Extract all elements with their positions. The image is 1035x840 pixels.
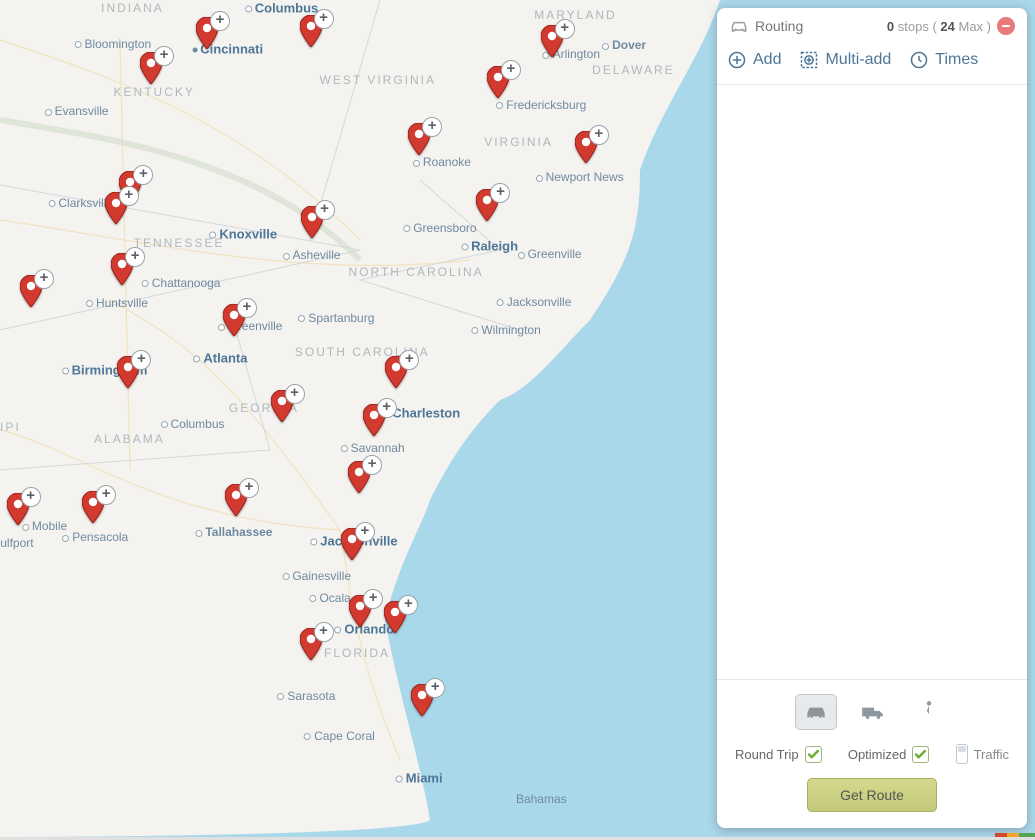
marker-add-icon[interactable]: + (237, 298, 257, 318)
map-marker[interactable]: + (117, 356, 139, 388)
marker-add-icon[interactable]: + (399, 350, 419, 370)
map-marker[interactable]: + (341, 528, 363, 560)
map-marker[interactable]: + (105, 192, 127, 224)
optimized-label: Optimized (848, 747, 907, 762)
map-marker[interactable]: + (300, 15, 322, 47)
map-marker[interactable]: + (348, 461, 370, 493)
marker-add-icon[interactable]: + (355, 522, 375, 542)
panel-header: Routing 0 stops ( 24 Max ) (717, 8, 1027, 42)
marker-add-icon[interactable]: + (555, 19, 575, 39)
map-marker[interactable]: + (408, 123, 430, 155)
panel-footer: Round Trip Optimized Traffic Get Route (717, 679, 1027, 828)
multi-add-label: Multi-add (825, 51, 891, 69)
marker-add-icon[interactable]: + (131, 350, 151, 370)
marker-add-icon[interactable]: + (490, 183, 510, 203)
add-label: Add (753, 51, 781, 69)
panel-toolbar: Add Multi-add Times (717, 42, 1027, 85)
marker-add-icon[interactable]: + (21, 487, 41, 507)
map-marker[interactable]: + (363, 404, 385, 436)
mode-walk[interactable] (909, 695, 949, 729)
marker-add-icon[interactable]: + (398, 595, 418, 615)
progress-indicator (995, 833, 1035, 837)
marker-add-icon[interactable]: + (315, 200, 335, 220)
map-marker[interactable]: + (301, 206, 323, 238)
clock-icon (909, 50, 929, 70)
mode-truck[interactable] (853, 695, 893, 729)
marker-add-icon[interactable]: + (377, 398, 397, 418)
map-marker[interactable]: + (82, 491, 104, 523)
marker-add-icon[interactable]: + (314, 9, 334, 29)
map-marker[interactable]: + (271, 390, 293, 422)
panel-title: Routing (755, 18, 803, 34)
marker-add-icon[interactable]: + (125, 247, 145, 267)
map-marker[interactable]: + (20, 275, 42, 307)
check-icon (912, 746, 929, 763)
check-icon (805, 746, 822, 763)
marker-add-icon[interactable]: + (119, 186, 139, 206)
optimized-checkbox[interactable]: Optimized (848, 746, 930, 763)
map-marker[interactable]: + (223, 304, 245, 336)
map-marker[interactable]: + (349, 595, 371, 627)
map-marker[interactable]: + (411, 684, 433, 716)
traffic-light-icon (956, 744, 968, 764)
marker-add-icon[interactable]: + (210, 11, 230, 31)
traffic-label: Traffic (974, 747, 1009, 762)
mode-car[interactable] (795, 694, 837, 730)
map-marker[interactable]: + (384, 601, 406, 633)
plus-circle-icon (727, 50, 747, 70)
add-button[interactable]: Add (727, 50, 781, 70)
times-button[interactable]: Times (909, 50, 978, 70)
round-trip-label: Round Trip (735, 747, 799, 762)
map-marker[interactable]: + (487, 66, 509, 98)
map-marker[interactable]: + (140, 52, 162, 84)
marker-add-icon[interactable]: + (154, 46, 174, 66)
marker-add-icon[interactable]: + (589, 125, 609, 145)
marker-add-icon[interactable]: + (501, 60, 521, 80)
marker-add-icon[interactable]: + (239, 478, 259, 498)
multi-add-button[interactable]: Multi-add (799, 50, 891, 70)
map-marker[interactable]: + (111, 253, 133, 285)
map-marker[interactable]: + (385, 356, 407, 388)
marker-add-icon[interactable]: + (362, 455, 382, 475)
marker-add-icon[interactable]: + (96, 485, 116, 505)
map-marker[interactable]: + (541, 25, 563, 57)
car-icon (729, 16, 749, 36)
round-trip-checkbox[interactable]: Round Trip (735, 746, 822, 763)
stops-list[interactable] (717, 85, 1027, 679)
mode-selector (735, 694, 1009, 730)
marker-add-icon[interactable]: + (34, 269, 54, 289)
map-marker[interactable]: + (7, 493, 29, 525)
map-marker[interactable]: + (196, 17, 218, 49)
stops-count: 0 stops ( 24 Max ) (887, 19, 991, 34)
marker-add-icon[interactable]: + (285, 384, 305, 404)
map-marker[interactable]: + (575, 131, 597, 163)
map-marker[interactable]: + (225, 484, 247, 516)
routing-panel: Routing 0 stops ( 24 Max ) Add Multi-add… (717, 8, 1027, 828)
marker-add-icon[interactable]: + (363, 589, 383, 609)
multi-add-icon (799, 50, 819, 70)
traffic-toggle[interactable]: Traffic (956, 744, 1009, 764)
times-label: Times (935, 51, 978, 69)
marker-add-icon[interactable]: + (422, 117, 442, 137)
route-options: Round Trip Optimized Traffic (735, 744, 1009, 764)
get-route-button[interactable]: Get Route (807, 778, 937, 812)
marker-add-icon[interactable]: + (425, 678, 445, 698)
map-marker[interactable]: + (476, 189, 498, 221)
marker-add-icon[interactable]: + (133, 165, 153, 185)
close-button[interactable] (997, 17, 1015, 35)
map-marker[interactable]: + (300, 628, 322, 660)
marker-add-icon[interactable]: + (314, 622, 334, 642)
